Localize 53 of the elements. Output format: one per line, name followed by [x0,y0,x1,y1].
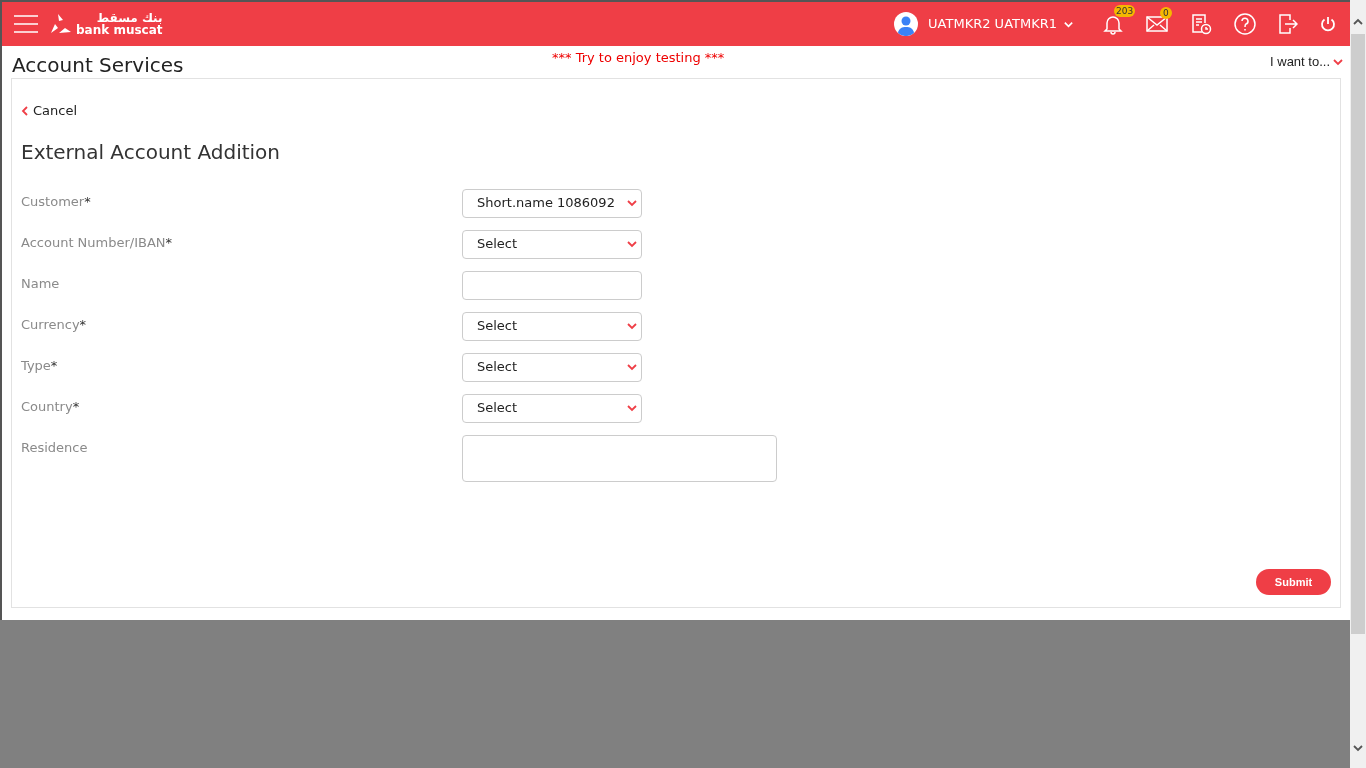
scroll-down-icon[interactable] [1352,742,1364,754]
select-field[interactable]: Short.name 1086092 [462,188,642,218]
back-chevron-icon [21,105,29,116]
select-field[interactable]: Select [462,311,642,341]
required-mark: * [84,193,91,209]
chevron-down-icon [626,238,638,250]
chevron-down-icon [626,197,638,209]
banner-text: *** Try to enjoy testing *** [552,49,725,67]
required-mark: * [72,398,80,414]
field-label: Type [21,357,51,373]
submit-button[interactable]: Submit [1256,569,1331,595]
user-name[interactable]: UATMKR2 UATMKR1 [928,14,1057,34]
logo-text: bank muscat [76,24,163,36]
message-count-badge: 0 [1160,7,1172,19]
required-mark: * [165,234,173,250]
select-field[interactable]: Select [462,352,642,382]
user-avatar-icon [894,12,919,36]
required-mark: * [79,316,87,332]
field-label: Currency [21,316,80,332]
notification-count-badge: 203 [1114,5,1136,17]
field-label: Country [21,398,73,414]
page-title: Account Services [12,52,185,79]
document-clock-icon[interactable] [1190,13,1212,35]
select-value: Select [477,317,518,336]
field-label: Residence [21,439,88,455]
mail-icon[interactable] [1146,15,1168,33]
cancel-link[interactable]: Cancel [21,101,78,121]
chevron-down-icon [626,320,638,332]
scrollbar[interactable] [1350,0,1366,768]
power-icon[interactable] [1320,16,1336,32]
menu-icon[interactable] [14,15,38,33]
select-value: Select [477,399,518,418]
chevron-down-icon [626,361,638,373]
select-field[interactable]: Select [462,229,642,259]
chevron-down-icon [626,402,638,414]
textarea-field[interactable] [462,434,777,482]
select-field[interactable]: Select [462,393,642,423]
bell-icon[interactable] [1102,13,1124,35]
select-value: Select [477,235,518,254]
help-icon[interactable] [1234,13,1256,35]
field-label: Customer [21,193,85,209]
form-title: External Account Addition [21,138,282,166]
field-label: Name [21,275,60,291]
logo-arabic-text: بنك مسقط [96,12,163,24]
logout-icon[interactable] [1278,13,1298,35]
i-want-to-menu[interactable]: I want to... [1270,52,1344,72]
field-label: Account Number/IBAN [21,234,166,250]
scrollbar-thumb[interactable] [1351,34,1365,634]
select-value: Select [477,358,518,377]
logo-icon [50,13,72,35]
select-value: Short.name 1086092 [477,194,615,213]
input-field[interactable] [462,270,642,300]
required-mark: * [50,357,58,373]
